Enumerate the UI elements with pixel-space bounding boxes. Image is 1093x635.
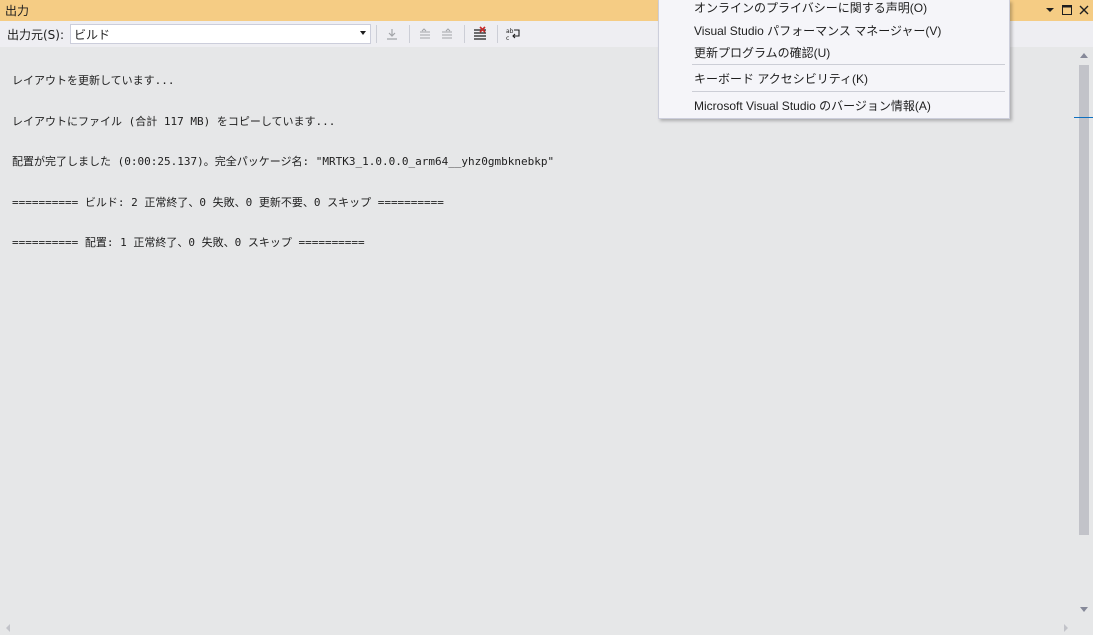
menu-item-privacy-statement[interactable]: オンラインのプライバシーに関する声明(O)	[659, 0, 1009, 18]
menu-divider	[692, 91, 1005, 92]
output-line: 配置が完了しました (0:00:25.137)。完全パッケージ名: "MRTK3…	[12, 155, 555, 168]
vertical-scroll-thumb[interactable]	[1079, 65, 1089, 535]
menu-item-check-updates[interactable]: 更新プログラムの確認(U)	[659, 41, 1009, 63]
menu-divider	[692, 64, 1005, 65]
word-wrap-icon[interactable]: ab c	[503, 25, 522, 44]
go-to-location-icon[interactable]	[382, 25, 401, 44]
svg-text:ab: ab	[506, 28, 514, 35]
output-line: ========== 配置: 1 正常終了、0 失敗、0 スキップ ======…	[12, 236, 365, 249]
next-message-icon[interactable]	[437, 25, 456, 44]
maximize-icon[interactable]	[1060, 2, 1074, 18]
titlebar-buttons	[1043, 2, 1091, 18]
scroll-position-marker	[1074, 117, 1093, 118]
menu-item-performance-manager[interactable]: Visual Studio パフォーマンス マネージャー(V)	[659, 19, 1009, 41]
close-icon[interactable]	[1077, 2, 1091, 18]
output-line: ========== ビルド: 2 正常終了、0 失敗、0 更新不要、0 スキッ…	[12, 195, 444, 209]
output-source-select[interactable]: ビルド	[70, 24, 372, 44]
help-menu-dropdown: オンラインのプライバシーに関する声明(O) Visual Studio パフォー…	[658, 0, 1010, 119]
scroll-right-arrow-icon[interactable]	[1064, 624, 1068, 632]
scroll-up-arrow-icon[interactable]	[1080, 53, 1088, 58]
toolbar-separator	[409, 25, 411, 43]
vertical-scrollbar[interactable]	[1074, 47, 1093, 620]
dropdown-arrow-icon[interactable]	[1043, 2, 1057, 18]
toolbar-separator	[497, 25, 499, 43]
output-source-value: ビルド	[74, 27, 111, 42]
chevron-down-icon	[360, 31, 367, 35]
scroll-down-arrow-icon[interactable]	[1080, 607, 1088, 612]
horizontal-scrollbar[interactable]	[0, 620, 1076, 635]
toolbar-separator	[376, 25, 378, 43]
menu-item-about[interactable]: Microsoft Visual Studio のバージョン情報(A)	[659, 94, 1009, 116]
previous-message-icon[interactable]	[415, 25, 434, 44]
scroll-left-arrow-icon[interactable]	[6, 624, 10, 632]
source-label: 出力元(S):	[7, 27, 65, 42]
menu-item-keyboard-accessibility[interactable]: キーボード アクセシビリティ(K)	[659, 67, 1009, 89]
output-text-area[interactable]: レイアウトを更新しています... レイアウトにファイル (合計 117 MB) …	[0, 47, 1076, 620]
window-title: 出力	[5, 4, 30, 18]
svg-text:c: c	[506, 35, 509, 42]
clear-all-icon[interactable]	[470, 25, 489, 44]
toolbar-separator	[464, 25, 466, 43]
